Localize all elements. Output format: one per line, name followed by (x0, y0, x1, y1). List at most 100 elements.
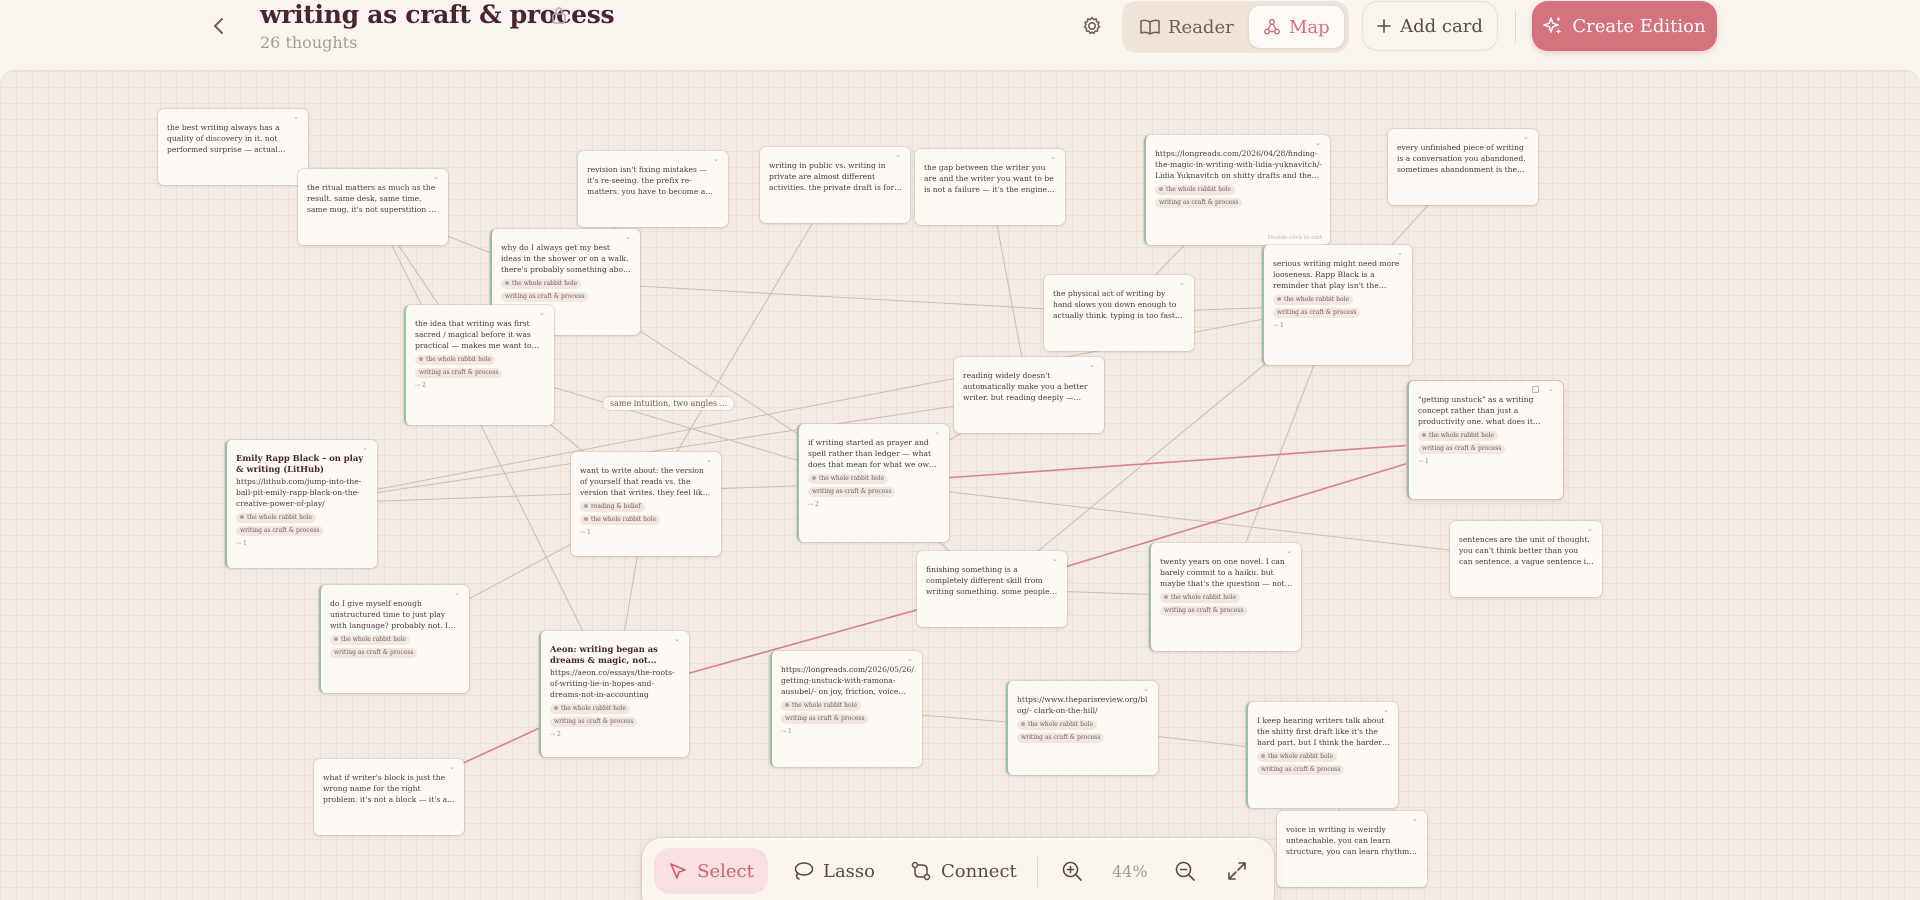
thought-card[interactable]: ⌄ want to write about: the version of you… (571, 452, 721, 556)
create-edition-button[interactable]: Create Edition (1532, 1, 1717, 51)
connect-tool-button[interactable]: Connect (910, 848, 1017, 894)
thought-card[interactable]: ⌄ the ritual matters as much as the resul… (298, 169, 448, 245)
connection-line[interactable] (564, 281, 1120, 314)
thought-card[interactable]: ⌄ sentences are the unit of thought. you … (1450, 521, 1602, 597)
card-menu-chevron-icon[interactable]: ⌄ (713, 155, 719, 163)
thought-card[interactable]: ⌄ https://longreads.com/2026/04/28/findin… (1144, 135, 1330, 245)
thought-card[interactable]: ⌄ Emily Rapp Black – on play & writing (L… (225, 440, 377, 568)
tag-chip[interactable]: the whole rabbit hole (501, 279, 582, 289)
thought-card[interactable]: ⌄ twenty years on one novel. I can barely… (1149, 543, 1301, 651)
card-menu-chevron-icon[interactable]: ⌄ (674, 635, 680, 643)
thought-card[interactable]: ⌄ https://www.theparisreview.org/blog/- c… (1006, 681, 1158, 775)
card-menu-chevron-icon[interactable]: ⌄ (1179, 279, 1185, 287)
zoom-out-button[interactable] (1170, 848, 1200, 894)
tag-chip[interactable]: writing as craft & process (1160, 606, 1248, 616)
card-menu-chevron-icon[interactable]: ⌄ (706, 456, 712, 464)
tag-chip[interactable]: writing as craft & process (1418, 444, 1506, 454)
card-tags: the whole rabbit hole writing as craft & … (1418, 431, 1555, 454)
thought-card[interactable]: ⌄ every unfinished piece of writing is a … (1388, 129, 1538, 205)
tag-chip[interactable]: the whole rabbit hole (781, 701, 862, 711)
tag-chip[interactable]: the whole rabbit hole (330, 635, 411, 645)
tab-map[interactable]: Map (1249, 6, 1344, 48)
tag-chip[interactable]: the whole rabbit hole (808, 474, 889, 484)
zoom-in-button[interactable] (1057, 848, 1087, 894)
card-menu-chevron-icon[interactable]: ⌄ (433, 173, 439, 181)
card-menu-chevron-icon[interactable]: ⌄ (1286, 547, 1292, 555)
tag-chip[interactable]: writing as craft & process (236, 526, 324, 536)
tag-chip[interactable]: the whole rabbit hole (1160, 593, 1241, 603)
thought-card[interactable]: ⌄ https://longreads.com/2026/05/26/gettin… (770, 651, 922, 767)
thought-card[interactable]: ⌄ the physical act of writing by hand slo… (1044, 275, 1194, 351)
tag-chip[interactable]: writing as craft & process (1017, 733, 1105, 743)
thought-card[interactable]: ⌄ serious writing might need more loosene… (1262, 245, 1412, 365)
tag-chip[interactable]: writing as craft & process (1257, 765, 1345, 775)
tag-chip[interactable]: writing as craft & process (781, 714, 869, 724)
map-canvas[interactable]: ⌄ the best writing always has a quality o… (0, 70, 1920, 900)
card-menu-chevron-icon[interactable]: ⌄ (454, 589, 460, 597)
card-menu-chevron-icon[interactable]: ⌄ (895, 151, 901, 159)
tag-chip[interactable]: the whole rabbit hole (1418, 431, 1499, 441)
highlighted-connection-line[interactable] (872, 439, 1486, 484)
tag-chip[interactable]: the whole rabbit hole (1155, 185, 1236, 195)
card-menu-chevron-icon[interactable]: ⌄ (625, 233, 631, 241)
tag-chip[interactable]: writing as craft & process (550, 717, 638, 727)
thought-card[interactable]: ⌄ revision isn't fixing mistakes — it's r… (578, 151, 728, 227)
tag-chip[interactable]: the whole rabbit hole (550, 704, 631, 714)
tag-chip[interactable]: the whole rabbit hole (1273, 295, 1354, 305)
card-menu-chevron-icon[interactable]: ⌄ (362, 444, 368, 452)
tag-chip[interactable]: the whole rabbit hole (236, 513, 317, 523)
card-tags: the whole rabbit hole writing as craft & … (236, 513, 369, 536)
lasso-icon (794, 862, 814, 880)
edge-label[interactable]: same intuition, two angles ... (603, 397, 735, 410)
add-card-button[interactable]: Add card (1362, 1, 1498, 51)
thought-card[interactable]: ⌄ voice in writing is weirdly unteachable… (1277, 811, 1427, 887)
tag-chip[interactable]: the whole rabbit hole (1017, 720, 1098, 730)
tag-chip[interactable]: writing as craft & process (501, 292, 589, 302)
back-button[interactable] (205, 12, 233, 40)
card-menu-chevron-icon[interactable]: ⌄ (1052, 555, 1058, 563)
tag-chip[interactable]: writing as craft & process (1273, 308, 1361, 318)
tag-chip[interactable]: writing as craft & process (1155, 198, 1243, 208)
card-menu-chevron-icon[interactable]: ⌄ (1587, 525, 1593, 533)
card-menu-chevron-icon[interactable]: ⌄ (1143, 685, 1149, 693)
thought-card[interactable]: ⌄ Aeon: writing began as dreams & magic, … (539, 631, 689, 757)
thought-card[interactable]: ⌄ "getting unstuck" as a writing concept … (1407, 381, 1563, 499)
card-menu-chevron-icon[interactable]: ⌄ (1412, 815, 1418, 823)
thought-card[interactable]: ⌄ I keep hearing writers talk about the s… (1246, 702, 1398, 808)
card-menu-chevron-icon[interactable]: ⌄ (1397, 249, 1403, 257)
thought-card[interactable]: ⌄ if writing started as prayer and spell … (797, 424, 949, 542)
thought-card[interactable]: ⌄ the gap between the writer you are and … (915, 149, 1065, 225)
tag-chip[interactable]: the whole rabbit hole (1257, 752, 1338, 762)
thought-card[interactable]: ⌄ the best writing always has a quality o… (158, 109, 308, 185)
tag-chip[interactable]: writing as craft & process (808, 487, 896, 497)
card-menu-chevron-icon[interactable]: ⌄ (1050, 153, 1056, 161)
fit-view-button[interactable] (1222, 848, 1252, 894)
thought-card[interactable]: ⌄ what if writer's block is just the wron… (314, 759, 464, 835)
card-menu-chevron-icon[interactable]: ⌄ (907, 655, 913, 663)
tab-reader[interactable]: Reader (1126, 6, 1248, 48)
thought-card[interactable]: ⌄ writing in public vs. writing in privat… (760, 147, 910, 223)
card-menu-chevron-icon[interactable]: ⌄ (293, 113, 299, 121)
tag-chip[interactable]: writing as craft & process (415, 368, 503, 378)
select-tool-button[interactable]: Select (654, 848, 768, 894)
tag-chip[interactable]: reading & belief (580, 502, 645, 512)
card-menu-chevron-icon[interactable]: ⌄ (1548, 385, 1554, 393)
card-menu-chevron-icon[interactable]: ⌄ (1523, 133, 1529, 141)
settings-button[interactable] (1078, 12, 1106, 40)
tag-chip[interactable]: the whole rabbit hole (415, 355, 496, 365)
tag-chip[interactable]: the whole rabbit hole (580, 515, 661, 525)
card-menu-chevron-icon[interactable]: ⌄ (449, 763, 455, 771)
card-menu-chevron-icon[interactable]: ⌄ (539, 309, 545, 317)
thought-card[interactable]: ⌄ do I give myself enough unstructured ti… (319, 585, 469, 693)
thought-card[interactable]: ⌄ the idea that writing was first sacred … (404, 305, 554, 425)
tag-chip[interactable]: writing as craft & process (330, 648, 418, 658)
card-menu-chevron-icon[interactable]: ⌄ (1315, 139, 1321, 147)
lasso-tool-button[interactable]: Lasso (792, 848, 875, 894)
card-menu-chevron-icon[interactable]: ⌄ (1089, 361, 1095, 369)
thought-card[interactable]: ⌄ reading widely doesn't automatically ma… (954, 357, 1104, 433)
card-menu-chevron-icon[interactable]: ⌄ (1383, 706, 1389, 714)
card-text: https://aeon.co/essays/the-roots-of-writ… (550, 668, 675, 699)
card-menu-chevron-icon[interactable]: ⌄ (934, 428, 940, 436)
thought-card[interactable]: ⌄ finishing something is a completely dif… (917, 551, 1067, 627)
card-edit-icon[interactable] (1532, 386, 1539, 393)
